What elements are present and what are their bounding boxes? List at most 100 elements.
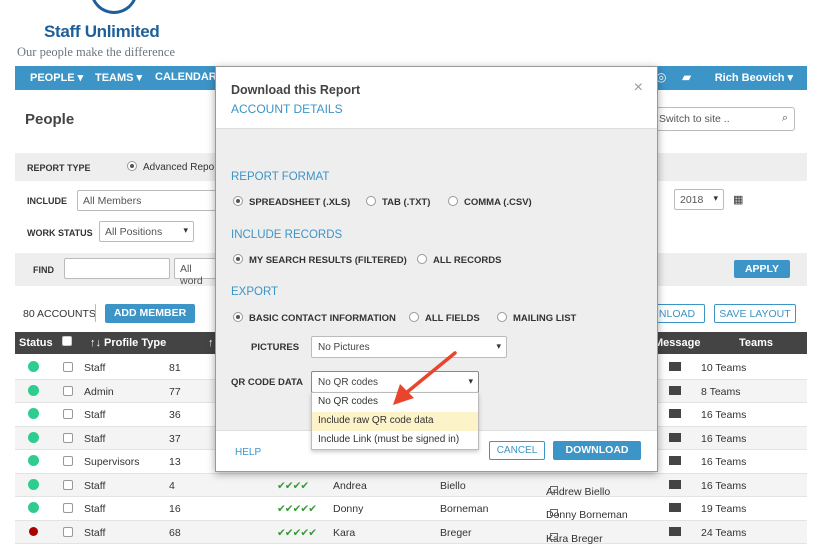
qr-option-raw[interactable]: Include raw QR code data — [312, 412, 478, 431]
cell-teams[interactable]: 8 Teams — [701, 386, 741, 398]
format-csv-radio[interactable] — [448, 196, 458, 206]
format-txt-radio[interactable] — [366, 196, 376, 206]
status-indicator-icon — [29, 362, 38, 371]
row-checkbox[interactable] — [63, 385, 73, 396]
records-filtered-option[interactable]: MY SEARCH RESULTS (FILTERED) — [233, 254, 407, 266]
envelope-icon[interactable] — [669, 456, 681, 465]
col-status[interactable]: Status — [19, 337, 53, 349]
qr-option-link[interactable]: Include Link (must be signed in) — [312, 431, 478, 450]
format-txt-label: TAB (.TXT) — [382, 197, 431, 208]
cell-teams[interactable]: 10 Teams — [701, 362, 746, 374]
format-xls-radio[interactable] — [233, 196, 243, 206]
brand-logo[interactable]: Staff Unlimited Our people make the diff… — [14, 0, 204, 62]
brand-tagline: Our people make the difference — [17, 45, 176, 59]
envelope-icon[interactable] — [669, 503, 681, 512]
export-basic-label: BASIC CONTACT INFORMATION — [249, 313, 396, 324]
save-layout-button[interactable]: SAVE LAYOUT — [714, 304, 796, 323]
cell-teams[interactable]: 16 Teams — [701, 409, 746, 421]
chevron-down-icon: ▾ — [496, 341, 501, 351]
envelope-icon[interactable] — [669, 362, 681, 371]
qr-option-none[interactable]: No QR codes — [312, 393, 478, 412]
select-all-checkbox[interactable] — [62, 336, 72, 346]
records-filtered-radio[interactable] — [233, 254, 243, 264]
envelope-icon[interactable] — [669, 479, 681, 489]
status-indicator-icon — [29, 503, 38, 512]
cell-teams[interactable]: 16 Teams — [701, 433, 746, 445]
col-profile-type[interactable]: ↑↓ Profile Type — [90, 337, 166, 349]
export-mailing-radio[interactable] — [497, 312, 507, 322]
row-checkbox[interactable] — [63, 409, 73, 419]
cell-teams[interactable]: 24 Teams — [701, 527, 746, 539]
report-type-option[interactable]: Advanced Repo — [127, 161, 214, 173]
logo-mark-icon — [90, 0, 138, 14]
row-checkbox[interactable] — [63, 479, 73, 490]
cell-teams[interactable]: 16 Teams — [701, 480, 746, 492]
row-checkbox[interactable] — [63, 362, 73, 372]
table-row[interactable]: Staff 68 ✔✔✔✔✔ Kara Breger Kara Breger 24 Team… — [15, 520, 807, 545]
format-txt-option[interactable]: TAB (.TXT) — [366, 196, 430, 208]
search-icon[interactable]: ⌕ — [782, 112, 788, 125]
cell-profile-type: Staff — [84, 479, 106, 492]
user-menu[interactable]: Rich Beovich ▾ — [715, 71, 793, 84]
find-input[interactable] — [64, 258, 170, 279]
envelope-icon[interactable] — [669, 432, 681, 442]
cell-profile-type: Supervisors — [84, 456, 140, 468]
export-basic-option[interactable]: BASIC CONTACT INFORMATION — [233, 312, 396, 324]
photo-icon[interactable] — [550, 509, 558, 516]
include-select[interactable]: All Members — [77, 190, 217, 211]
apply-button[interactable]: APPLY — [734, 260, 790, 278]
calendar-icon[interactable]: ▦ — [733, 193, 743, 206]
envelope-icon[interactable] — [669, 409, 681, 418]
records-all-option[interactable]: ALL RECORDS — [417, 254, 501, 266]
row-checkbox[interactable] — [63, 503, 73, 513]
report-type-radio[interactable] — [127, 161, 137, 171]
cell-profile-type: Staff — [84, 503, 106, 515]
records-all-label: ALL RECORDS — [433, 255, 502, 266]
pictures-select[interactable]: No Pictures ▾ — [311, 336, 507, 358]
export-all-fields-radio[interactable] — [409, 312, 419, 322]
row-checkbox[interactable] — [63, 526, 73, 537]
help-link[interactable]: HELP — [235, 447, 261, 458]
row-checkbox[interactable] — [63, 432, 73, 443]
switch-site-input[interactable]: Switch to site .. ⌕ — [650, 107, 795, 131]
chevron-down-icon: ▾ — [713, 193, 718, 203]
cancel-button[interactable]: CANCEL — [489, 441, 545, 460]
export-mailing-option[interactable]: MAILING LIST — [497, 312, 576, 324]
format-csv-label: COMMA (.CSV) — [464, 197, 532, 208]
close-icon[interactable]: × — [634, 79, 643, 97]
photo-icon[interactable] — [550, 485, 558, 493]
modal-download-button[interactable]: DOWNLOAD — [553, 441, 641, 460]
find-mode-select[interactable]: All word — [174, 258, 216, 287]
export-mailing-label: MAILING LIST — [513, 313, 577, 324]
table-row[interactable]: Staff 16 ✔✔✔✔✔ Donny Borneman Donny Borneman 1… — [15, 497, 807, 521]
nav-people[interactable]: PEOPLE ▾ — [30, 71, 83, 84]
cell-last-name: Biello — [440, 479, 466, 492]
format-xls-option[interactable]: SPREADSHEET (.XLS) — [233, 196, 350, 208]
col-teams[interactable]: Teams — [739, 337, 773, 349]
photo-icon[interactable] — [550, 532, 558, 540]
toolbar-divider — [95, 304, 96, 322]
export-all-fields-option[interactable]: ALL FIELDS — [409, 312, 480, 324]
export-basic-radio[interactable] — [233, 312, 243, 322]
qr-code-select[interactable]: No QR codes ▾ — [311, 371, 479, 393]
cell-number: 37 — [169, 432, 181, 445]
add-member-button[interactable]: ADD MEMBER — [105, 304, 195, 323]
records-all-radio[interactable] — [417, 254, 427, 264]
col-sort[interactable]: ↑ — [208, 337, 214, 349]
format-xls-label: SPREADSHEET (.XLS) — [249, 197, 351, 208]
col-message[interactable]: Message — [654, 337, 700, 349]
cell-teams[interactable]: 19 Teams — [701, 503, 746, 515]
cell-teams[interactable]: 16 Teams — [701, 456, 746, 468]
qr-code-value: No QR codes — [318, 377, 379, 388]
row-checkbox[interactable] — [63, 456, 73, 466]
work-status-select[interactable]: All Positions ▾ — [99, 221, 194, 242]
account-details-link[interactable]: ACCOUNT DETAILS — [231, 102, 343, 116]
envelope-icon[interactable] — [669, 526, 681, 536]
nav-teams[interactable]: TEAMS ▾ — [95, 71, 142, 84]
table-row[interactable]: Staff 4 ✔✔✔✔ Andrea Biello Andrew Biello 16 Te… — [15, 473, 807, 498]
format-csv-option[interactable]: COMMA (.CSV) — [448, 196, 532, 208]
year-select[interactable]: 2018 ▾ — [674, 189, 724, 210]
nav-calendar[interactable]: CALENDAR — [155, 71, 217, 83]
folder-icon[interactable]: ▰ — [682, 70, 691, 84]
envelope-icon[interactable] — [669, 385, 681, 395]
